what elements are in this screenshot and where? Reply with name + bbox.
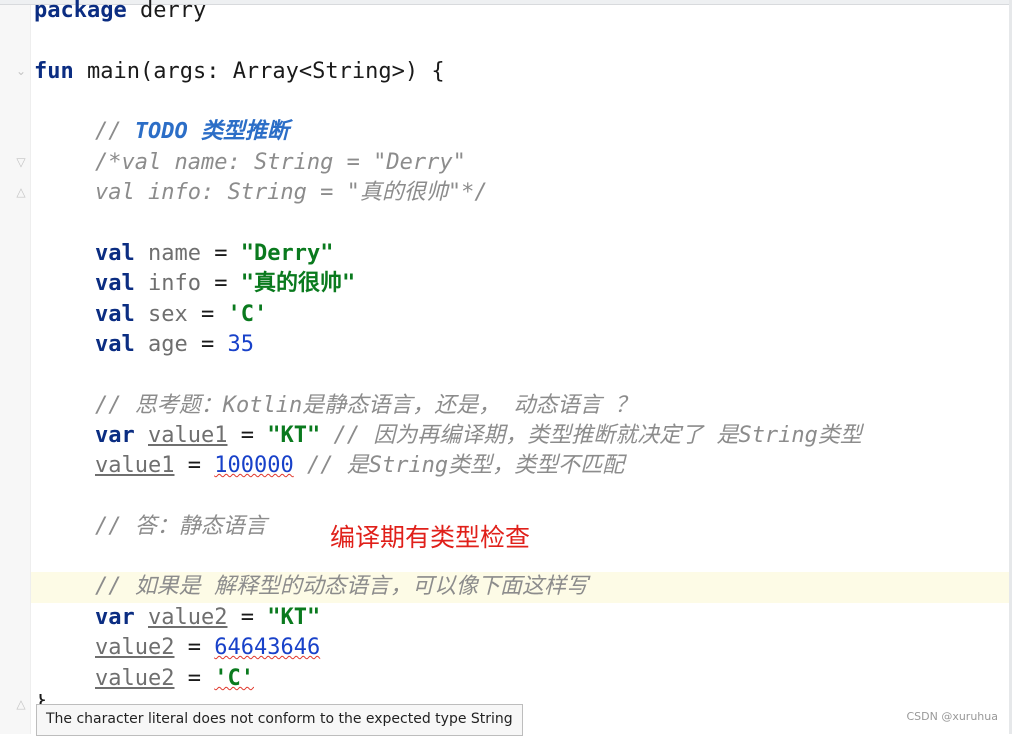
code-line-assign-value2: value2 = 64643646	[34, 633, 320, 663]
error-number-literal[interactable]: 64643646	[214, 635, 320, 660]
code-line-val-info: val info = "真的很帅"	[34, 269, 355, 299]
keyword: var	[95, 605, 135, 630]
comment: ，可以像下面这样写	[389, 574, 588, 599]
editor-gutter: ⌄ ▽ △ △	[0, 0, 31, 734]
string-literal: "KT"	[267, 423, 321, 448]
operator: =	[227, 605, 268, 630]
comment: // 因为再编译期，类型推断就决定了 是String类型	[320, 423, 862, 448]
operator: =	[187, 302, 228, 327]
operator: =	[174, 635, 215, 660]
operator: =	[227, 423, 268, 448]
code-line-assign-value2: value2 = 'C'	[34, 664, 254, 694]
variable-name: age	[134, 332, 188, 357]
operator: =	[174, 453, 215, 478]
comment: val info: String = "真的很帅"*/	[95, 180, 488, 205]
operator: =	[200, 271, 241, 296]
comment: // 是String类型，类型不匹配	[293, 453, 625, 478]
code-line-package: package derry	[34, 0, 206, 26]
comment: //	[95, 119, 135, 144]
code-line-assign-value1: value1 = 100000 // 是String类型，类型不匹配	[34, 451, 624, 481]
char-literal: 'C'	[227, 302, 268, 327]
number-literal: 35	[227, 332, 254, 357]
package-name: derry	[126, 0, 207, 23]
comment: // 如果是 解释型的动态语言	[95, 574, 390, 599]
comment: // 答：静态语言	[95, 514, 267, 539]
string-literal: "Derry"	[240, 241, 334, 266]
fold-icon[interactable]: △	[14, 697, 28, 711]
fold-icon[interactable]: ⌄	[14, 64, 28, 78]
code-line-comment: // 答：静态语言	[34, 512, 267, 542]
code-line-comment: // 思考题：Kotlin是静态语言，还是， 动态语言 ？	[34, 391, 637, 421]
code-line-comment-current: // 如果是 解释型的动态语言，可以像下面这样写	[34, 572, 588, 602]
string-literal: "KT"	[267, 605, 321, 630]
keyword: val	[95, 241, 135, 266]
keyword: val	[95, 302, 135, 327]
variable-name: value2	[95, 666, 175, 691]
keyword: package	[34, 0, 127, 23]
variable-name: sex	[134, 302, 188, 327]
comment: // 思考题：Kotlin是静态语言，还是， 动态语言 ？	[95, 393, 637, 418]
fold-icon[interactable]: △	[14, 185, 28, 199]
todo-marker: TODO	[134, 119, 188, 144]
keyword: var	[95, 423, 135, 448]
error-char-literal[interactable]: 'C'	[214, 666, 254, 691]
keyword: val	[95, 271, 135, 296]
red-annotation: 编译期有类型检查	[330, 523, 531, 552]
code-line-var-value2: var value2 = "KT"	[34, 603, 320, 633]
variable-name: value1	[95, 453, 175, 478]
watermark: CSDN @xuruhua	[906, 710, 998, 723]
keyword: fun	[34, 59, 74, 84]
error-tooltip: The character literal does not conform t…	[36, 704, 523, 736]
code-line-val-age: val age = 35	[34, 330, 254, 360]
todo-text: 类型推断	[187, 119, 289, 144]
function-signature: main(args: Array<String>) {	[73, 59, 445, 84]
variable-name: value2	[95, 635, 175, 660]
code-line-close-brace: }	[34, 694, 47, 704]
error-number-literal[interactable]: 100000	[214, 453, 293, 478]
code-line-fun: fun main(args: Array<String>) {	[34, 57, 445, 87]
keyword: val	[95, 332, 135, 357]
code-line-comment: val info: String = "真的很帅"*/	[34, 178, 488, 208]
variable-name: info	[134, 271, 201, 296]
code-line-todo: // TODO 类型推断	[34, 117, 289, 147]
variable-name: value2	[148, 605, 228, 630]
variable-name: name	[134, 241, 201, 266]
operator: =	[187, 332, 228, 357]
code-line-comment: /*val name: String = "Derry"	[34, 148, 466, 178]
fold-icon[interactable]: ▽	[14, 155, 28, 169]
operator: =	[174, 666, 215, 691]
string-literal: "真的很帅"	[240, 271, 356, 296]
comment: /*val name: String = "Derry"	[95, 150, 466, 175]
code-line-val-sex: val sex = 'C'	[34, 300, 267, 330]
code-line-var-value1: var value1 = "KT" // 因为再编译期，类型推断就决定了 是St…	[34, 421, 862, 451]
operator: =	[200, 241, 241, 266]
variable-name: value1	[148, 423, 228, 448]
code-line-val-name: val name = "Derry"	[34, 239, 333, 269]
